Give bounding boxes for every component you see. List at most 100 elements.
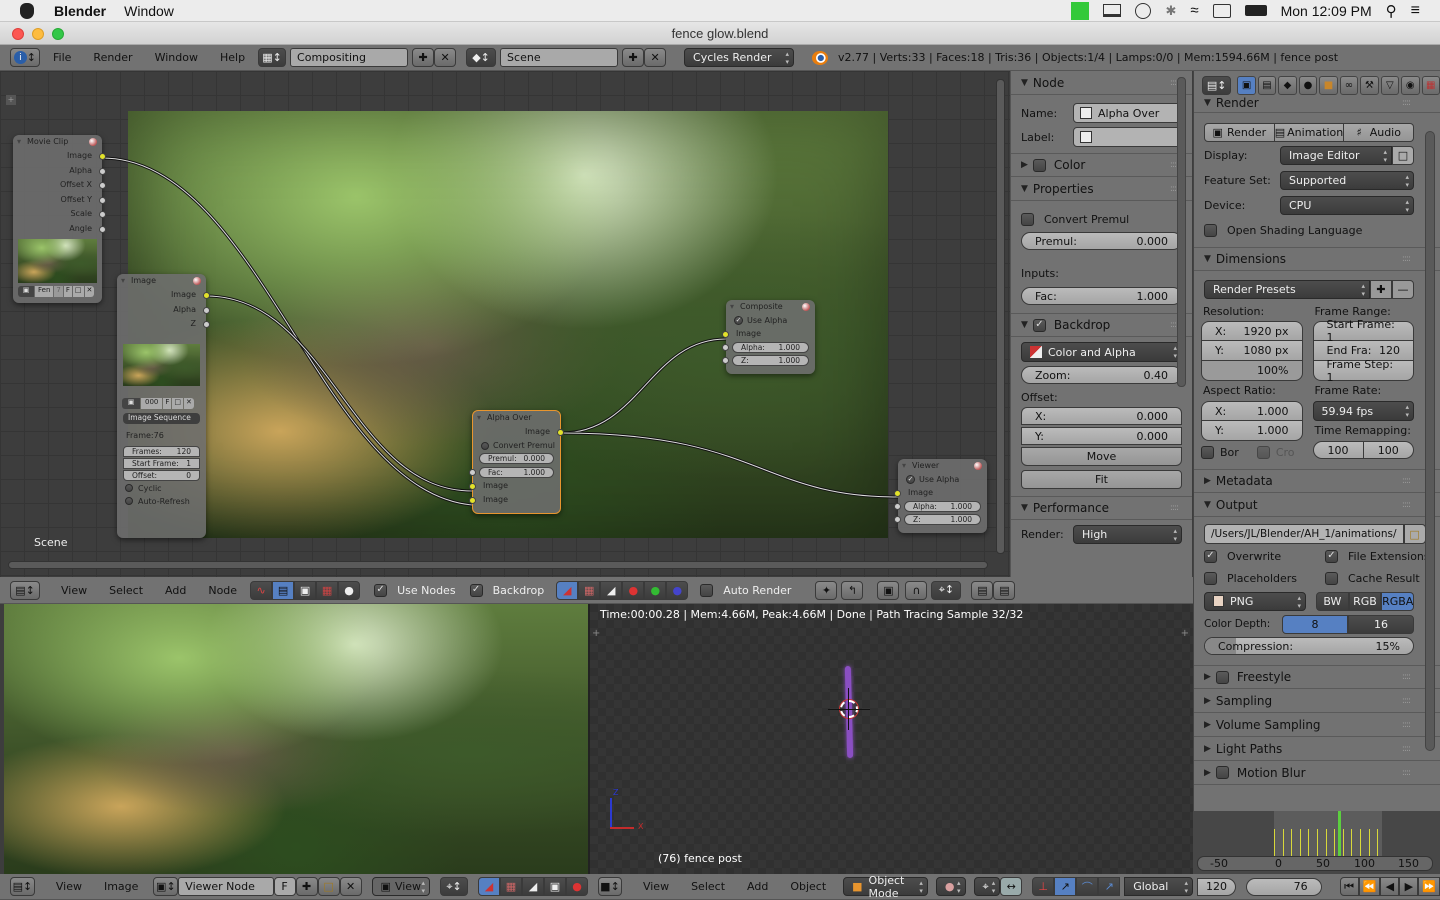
frame-rate-select[interactable]: 59.94 fps	[1312, 401, 1414, 421]
unlink-icon[interactable]: ✕	[184, 397, 194, 409]
jump-to-keyframe-icon[interactable]: ⏪	[1358, 877, 1381, 896]
tab-texture-icon[interactable]: ▦	[1421, 75, 1440, 95]
z-field[interactable]: Z: 1.000	[722, 355, 809, 366]
viewport-shading-select[interactable]: ●	[935, 877, 966, 896]
start-frame-field[interactable]: Start Frame: 1	[123, 457, 200, 469]
menu-image[interactable]: Image	[95, 880, 147, 893]
pivot-select-icon[interactable]: ⌖↕	[440, 877, 468, 896]
socket-dot[interactable]	[894, 490, 901, 497]
color-channel-icon[interactable]: ◢	[600, 580, 623, 600]
node-title[interactable]: Alpha Over	[473, 411, 560, 425]
scene-field[interactable]: Scene	[500, 48, 619, 67]
auto-refresh-checkbox[interactable]	[125, 497, 133, 505]
vertical-scrollbar[interactable]	[996, 79, 1005, 554]
red-channel-icon[interactable]: ●	[566, 877, 588, 896]
open-file-icon[interactable]: □	[72, 286, 84, 297]
panel-color-header[interactable]: ▶ Color::::	[1011, 153, 1192, 177]
tab-data-icon[interactable]: ▽	[1380, 75, 1400, 95]
auto-render-checkbox[interactable]	[700, 583, 714, 597]
screen-layout-icon[interactable]: ▦↕	[258, 48, 287, 67]
panel-performance-header[interactable]: ▼ Performance::::	[1011, 496, 1192, 520]
fit-button[interactable]: Fit	[1021, 469, 1182, 489]
panel-motion-blur-header[interactable]: ▶ Motion Blur::::	[1194, 761, 1440, 785]
move-button[interactable]: Move	[1021, 446, 1182, 466]
spotlight-icon[interactable]: ⚲	[1386, 2, 1397, 20]
display-select[interactable]: Image Editor	[1280, 146, 1392, 165]
file-extensions-checkbox[interactable]: ✓	[1325, 549, 1338, 563]
socket-dot[interactable]	[99, 225, 106, 233]
backdrop-zoom-field[interactable]: Zoom: 0.40	[1021, 366, 1182, 384]
drag-grip-icon[interactable]: ::::	[1402, 500, 1411, 510]
socket-dot[interactable]	[557, 429, 564, 436]
tab-constraints-icon[interactable]: ∞	[1339, 75, 1359, 95]
scene-icon[interactable]: ◆↕	[466, 48, 497, 67]
node-preview-toggle-icon[interactable]	[802, 303, 810, 311]
osl-toggle[interactable]: Open Shading Language	[1194, 218, 1440, 243]
menu-node[interactable]: Node	[199, 584, 246, 597]
close-window-button[interactable]	[12, 28, 24, 40]
wifi-icon[interactable]: ≈	[1190, 2, 1198, 19]
horizontal-scrollbar[interactable]	[8, 561, 988, 569]
image-fake-user[interactable]: F	[163, 397, 172, 409]
color-depth-8[interactable]: 8	[1282, 614, 1348, 634]
drag-grip-icon[interactable]: ::::	[1402, 696, 1411, 706]
node-editor[interactable]: + Movie Clip Image Alpha Offset X Offset…	[0, 71, 1010, 577]
editor-type-3d-view-button[interactable]: ■↕	[598, 877, 622, 896]
image-editor-mode-select[interactable]: ▣ View	[371, 877, 431, 896]
tab-modifiers-icon[interactable]: ⚒	[1360, 75, 1379, 95]
3d-viewport[interactable]: Time:00:00.28 | Mem:4.66M, Peak:4.66M | …	[588, 604, 1193, 874]
socket-dot[interactable]	[99, 153, 106, 160]
socket-dot[interactable]	[99, 211, 106, 218]
freestyle-checkbox[interactable]	[1215, 670, 1229, 684]
node-movie-clip[interactable]: Movie Clip Image Alpha Offset X Offset Y…	[13, 135, 106, 303]
feature-set-select[interactable]: Supported	[1280, 171, 1414, 190]
fac-field[interactable]: Fac: 1.000	[1021, 287, 1182, 305]
interaction-mode-select[interactable]: ■ Object Mode	[843, 874, 928, 900]
panel-metadata-header[interactable]: ▶ Metadata::::	[1194, 469, 1440, 493]
node-preview-toggle-icon[interactable]	[89, 138, 97, 146]
socket-dot[interactable]	[203, 292, 210, 299]
menu-render[interactable]: Render	[84, 51, 141, 64]
menu-file[interactable]: File	[44, 51, 80, 64]
add-region-icon[interactable]: +	[592, 628, 600, 639]
color-channel-icon[interactable]: ◢	[522, 877, 544, 896]
resolution-y-field[interactable]: Y: 1080 px	[1201, 341, 1303, 361]
drag-grip-icon[interactable]: ::::	[1402, 254, 1411, 264]
pin-icon[interactable]: ✦	[815, 580, 838, 600]
open-image-icon[interactable]: □	[317, 877, 340, 896]
backdrop-channels-select[interactable]: Color and Alpha	[1021, 342, 1182, 362]
color-alpha-channel-icon[interactable]: ◢	[478, 877, 500, 896]
delete-screen-button[interactable]: ✕	[434, 48, 457, 67]
current-frame-field[interactable]: 76	[1246, 877, 1322, 896]
frame-step-field[interactable]: Frame Step: 1	[1312, 358, 1414, 384]
zoom-window-button[interactable]	[52, 28, 64, 40]
convert-premul-checkbox[interactable]	[481, 441, 489, 450]
premul-field[interactable]: Premul: 0.000	[1021, 232, 1182, 250]
cache-result-checkbox[interactable]	[1325, 571, 1338, 585]
panel-backdrop-header[interactable]: ▼ ✓ Backdrop::::	[1011, 313, 1192, 337]
add-screen-button[interactable]: ✚	[412, 48, 435, 67]
add-region-icon[interactable]: +	[1181, 628, 1189, 639]
backdrop-checkbox[interactable]: ✓	[469, 583, 483, 597]
parent-tree-icon[interactable]: ↰	[841, 580, 864, 600]
minimize-window-button[interactable]	[32, 28, 44, 40]
add-preset-button[interactable]: ✚	[1370, 279, 1392, 299]
clip-browse-icon[interactable]: ▣	[18, 286, 34, 297]
tab-object-icon[interactable]: ■	[1319, 75, 1338, 95]
motion-blur-checkbox[interactable]	[1215, 766, 1229, 779]
color-mode-rgb[interactable]: RGB	[1348, 591, 1382, 611]
auto-refresh-toggle[interactable]: Auto-Refresh	[117, 495, 206, 508]
offset-x-field[interactable]: X: 0.000	[1021, 407, 1182, 425]
drag-grip-icon[interactable]: ::::	[1170, 503, 1179, 513]
start-frame-field[interactable]: Start Frame: 1	[1312, 318, 1414, 344]
node-composite[interactable]: Composite ✓Use Alpha Image Alpha:1.000 Z…	[722, 300, 815, 374]
socket-dot[interactable]	[722, 331, 729, 338]
checker-nodes-icon[interactable]: ▦	[316, 580, 339, 600]
offset-y-field[interactable]: Y: 0.000	[1021, 427, 1182, 445]
notification-center-icon[interactable]: ≡	[1411, 2, 1420, 20]
panel-render-header[interactable]: ▼ Render::::	[1194, 93, 1440, 113]
jump-to-start-icon[interactable]: ⏮	[1339, 877, 1359, 896]
placeholders-checkbox[interactable]	[1204, 571, 1217, 585]
node-viewer[interactable]: Viewer ✓Use Alpha Image Alpha:1.000 Z:1.…	[894, 459, 987, 533]
paste-nodes-icon[interactable]: ▤	[993, 580, 1016, 600]
